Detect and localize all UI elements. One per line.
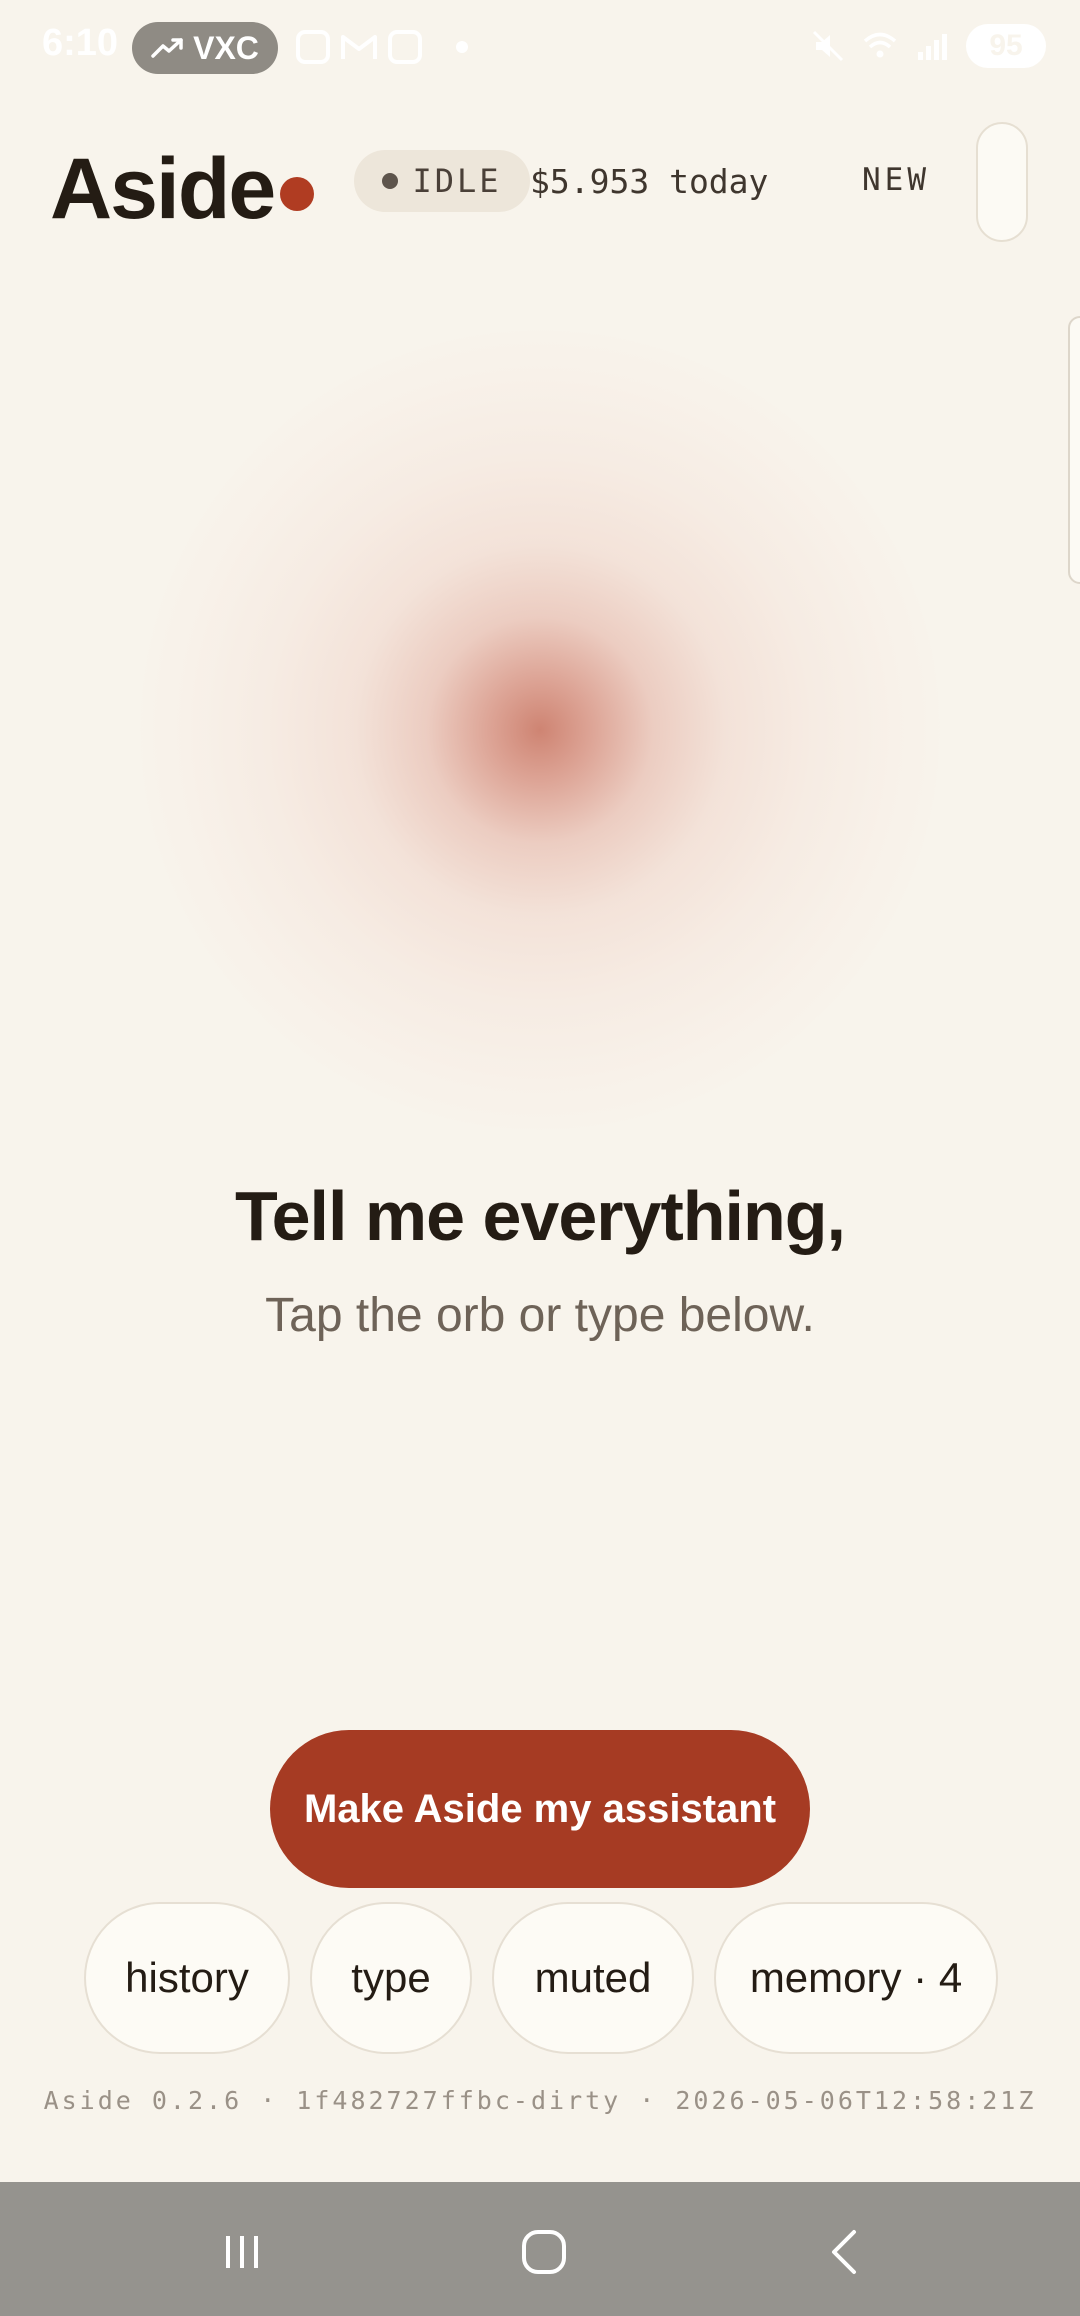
cost-today: $5.953 today bbox=[530, 162, 769, 201]
status-bar: 6:10 VXC 95 bbox=[0, 0, 1080, 96]
mute-icon bbox=[812, 30, 844, 62]
build-info: Aside 0.2.6 · 1f482727ffbc-dirty · 2026-… bbox=[43, 2086, 1037, 2115]
notification-icons bbox=[296, 30, 468, 64]
type-button[interactable]: type bbox=[310, 1902, 472, 2054]
home-button[interactable] bbox=[504, 2212, 584, 2292]
side-drawer-handle[interactable] bbox=[1068, 316, 1080, 584]
status-badge: IDLE bbox=[354, 150, 530, 212]
page-title: Tell me everything, bbox=[235, 1177, 846, 1255]
home-icon bbox=[522, 2230, 566, 2274]
back-button[interactable] bbox=[806, 2212, 886, 2292]
logo-dot bbox=[280, 177, 314, 211]
signal-icon bbox=[918, 34, 947, 60]
page-subtitle: Tap the orb or type below. bbox=[265, 1289, 815, 1342]
status-label: IDLE bbox=[412, 162, 502, 200]
activity-pill[interactable]: VXC bbox=[132, 22, 278, 74]
battery-charging-icon: 95 bbox=[966, 24, 1046, 68]
new-button[interactable]: NEW bbox=[862, 162, 930, 198]
back-icon bbox=[832, 2230, 856, 2274]
gmail-icon bbox=[341, 35, 377, 59]
recents-icon bbox=[226, 2236, 258, 2268]
app-header: Aside IDLE $5.953 today NEW bbox=[0, 120, 1080, 250]
trend-up-icon bbox=[151, 38, 183, 58]
system-icons: 95 bbox=[810, 24, 1046, 68]
muted-button[interactable]: muted bbox=[492, 1902, 694, 2054]
theme-toggle[interactable] bbox=[976, 122, 1028, 242]
status-time: 6:10 bbox=[42, 22, 119, 64]
memory-button[interactable]: memory · 4 bbox=[714, 1902, 998, 2054]
instagram-icon bbox=[388, 30, 422, 64]
wifi-icon bbox=[863, 32, 897, 58]
status-dot-icon bbox=[382, 173, 399, 189]
voice-orb[interactable] bbox=[140, 330, 940, 1130]
action-pills: history type muted memory · 4 bbox=[84, 1902, 998, 2054]
battery-level: 95 bbox=[989, 29, 1023, 62]
app-logo: Aside bbox=[50, 141, 276, 237]
recents-button[interactable] bbox=[202, 2212, 282, 2292]
make-assistant-button[interactable]: Make Aside my assistant bbox=[270, 1730, 810, 1888]
instagram-icon bbox=[296, 30, 330, 64]
notification-dot bbox=[456, 41, 468, 53]
history-button[interactable]: history bbox=[84, 1902, 290, 2054]
activity-pill-label: VXC bbox=[193, 29, 259, 66]
system-nav-bar bbox=[0, 2182, 1080, 2316]
